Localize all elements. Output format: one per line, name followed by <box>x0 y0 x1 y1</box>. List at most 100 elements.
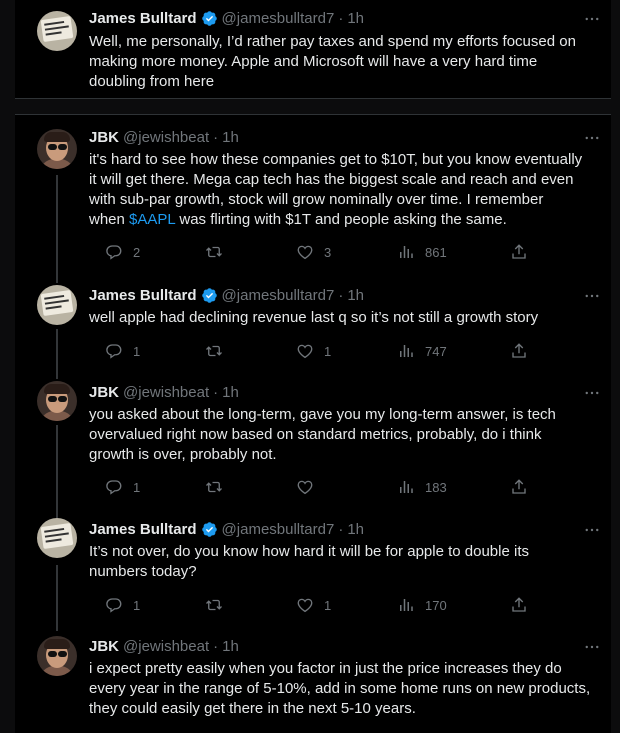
display-name[interactable]: JBK <box>89 638 119 655</box>
avatar[interactable] <box>37 11 77 51</box>
tweet-text: it's hard to see how these companies get… <box>89 150 604 230</box>
retweet-button[interactable] <box>205 341 233 361</box>
verified-badge-icon <box>201 287 218 304</box>
views-button[interactable]: 170 <box>397 595 447 615</box>
more-icon[interactable] <box>583 384 601 402</box>
handle[interactable]: @jewishbeat <box>123 638 209 655</box>
tweet-text-part: was flirting with $1T and people asking … <box>175 211 507 228</box>
tweet-header: JBK @jewishbeat · 1h <box>89 636 239 656</box>
retweet-button[interactable] <box>205 477 233 497</box>
more-icon[interactable] <box>583 129 601 147</box>
reply-button[interactable]: 1 <box>105 341 140 361</box>
share-icon <box>510 342 528 360</box>
verified-badge-icon <box>201 10 218 27</box>
views-button[interactable]: 183 <box>397 477 447 497</box>
handle[interactable]: @jewishbeat <box>123 384 209 401</box>
handle[interactable]: @jamesbulltard7 <box>222 521 335 538</box>
timestamp[interactable]: 1h <box>222 638 239 655</box>
avatar[interactable] <box>37 129 77 169</box>
separator-dot: · <box>338 286 344 304</box>
reply-button[interactable]: 1 <box>105 595 140 615</box>
like-button[interactable]: 1 <box>296 341 331 361</box>
views-icon <box>397 342 415 360</box>
like-icon <box>296 478 314 496</box>
share-button[interactable] <box>510 477 528 497</box>
like-button[interactable] <box>296 477 324 497</box>
timestamp[interactable]: 1h <box>222 384 239 401</box>
separator-dot: · <box>338 9 344 27</box>
display-name[interactable]: JBK <box>89 384 119 401</box>
share-icon <box>510 596 528 614</box>
share-button[interactable] <box>510 341 528 361</box>
tweet-header: JBK @jewishbeat · 1h <box>89 127 239 147</box>
views-icon <box>397 596 415 614</box>
view-count: 183 <box>425 479 447 495</box>
reply-count: 1 <box>133 479 141 495</box>
handle[interactable]: @jewishbeat <box>123 129 209 146</box>
avatar[interactable] <box>37 381 77 421</box>
tweet-text: i expect pretty easily when you factor i… <box>89 660 591 717</box>
separator-dot: · <box>213 637 219 655</box>
thread-panel: JBK @jewishbeat · 1h it's hard to see ho… <box>15 114 611 733</box>
tweet-text: well apple had declining revenue last q … <box>89 309 539 326</box>
avatar[interactable] <box>37 285 77 325</box>
reply-icon <box>105 342 123 360</box>
view-count: 747 <box>425 343 447 359</box>
tweet[interactable]: JBK @jewishbeat · 1h it's hard to see ho… <box>15 115 611 275</box>
tweet-header: James Bulltard @jamesbulltard7 · 1h <box>89 285 364 305</box>
like-count: 1 <box>324 343 332 359</box>
share-button[interactable] <box>510 242 528 262</box>
like-button[interactable]: 1 <box>296 595 331 615</box>
timestamp[interactable]: 1h <box>222 129 239 146</box>
display-name[interactable]: James Bulltard <box>89 287 197 304</box>
reply-button[interactable]: 1 <box>105 477 140 497</box>
reply-count: 1 <box>133 343 141 359</box>
avatar[interactable] <box>37 636 77 676</box>
share-button[interactable] <box>510 595 528 615</box>
verified-badge-icon <box>201 521 218 538</box>
tweet[interactable]: James Bulltard @jamesbulltard7 · 1h Well… <box>15 0 611 98</box>
like-button[interactable]: 3 <box>296 242 331 262</box>
tweet[interactable]: JBK @jewishbeat · 1h i expect pretty eas… <box>15 626 611 733</box>
like-icon <box>296 342 314 360</box>
avatar[interactable] <box>37 518 77 558</box>
retweet-button[interactable] <box>205 242 233 262</box>
display-name[interactable]: JBK <box>89 129 119 146</box>
separator-dot: · <box>213 128 219 146</box>
share-icon <box>510 243 528 261</box>
more-icon[interactable] <box>583 638 601 656</box>
views-button[interactable]: 747 <box>397 341 447 361</box>
cashtag-link[interactable]: $AAPL <box>129 211 175 228</box>
more-icon[interactable] <box>583 287 601 305</box>
placard-image <box>40 290 74 316</box>
display-name[interactable]: James Bulltard <box>89 521 197 538</box>
tweet-header: James Bulltard @jamesbulltard7 · 1h <box>89 519 364 539</box>
tweet-text: you asked about the long-term, gave you … <box>89 406 556 463</box>
timestamp[interactable]: 1h <box>347 521 364 538</box>
tweet[interactable]: James Bulltard @jamesbulltard7 · 1h well… <box>15 275 611 371</box>
like-icon <box>296 596 314 614</box>
tweet[interactable]: JBK @jewishbeat · 1h you asked about the… <box>15 371 611 508</box>
like-icon <box>296 243 314 261</box>
retweet-button[interactable] <box>205 595 233 615</box>
tweet-actions: 1 1 747 <box>89 341 599 361</box>
tweet-text: Well, me personally, I’d rather pay taxe… <box>89 33 576 90</box>
timestamp[interactable]: 1h <box>347 287 364 304</box>
like-count: 1 <box>324 597 332 613</box>
retweet-icon <box>205 342 223 360</box>
handle[interactable]: @jamesbulltard7 <box>222 10 335 27</box>
tweet-actions: 2 3 861 <box>89 242 599 262</box>
tweet-header: James Bulltard @jamesbulltard7 · 1h <box>89 8 364 28</box>
more-icon[interactable] <box>583 10 601 28</box>
separator-dot: · <box>213 383 219 401</box>
display-name[interactable]: James Bulltard <box>89 10 197 27</box>
handle[interactable]: @jamesbulltard7 <box>222 287 335 304</box>
top-tweet-panel: James Bulltard @jamesbulltard7 · 1h Well… <box>15 0 611 99</box>
view-count: 861 <box>425 244 447 260</box>
views-button[interactable]: 861 <box>397 242 447 262</box>
timestamp[interactable]: 1h <box>347 10 364 27</box>
views-icon <box>397 478 415 496</box>
more-icon[interactable] <box>583 521 601 539</box>
reply-button[interactable]: 2 <box>105 242 140 262</box>
tweet[interactable]: James Bulltard @jamesbulltard7 · 1h It’s… <box>15 508 611 626</box>
